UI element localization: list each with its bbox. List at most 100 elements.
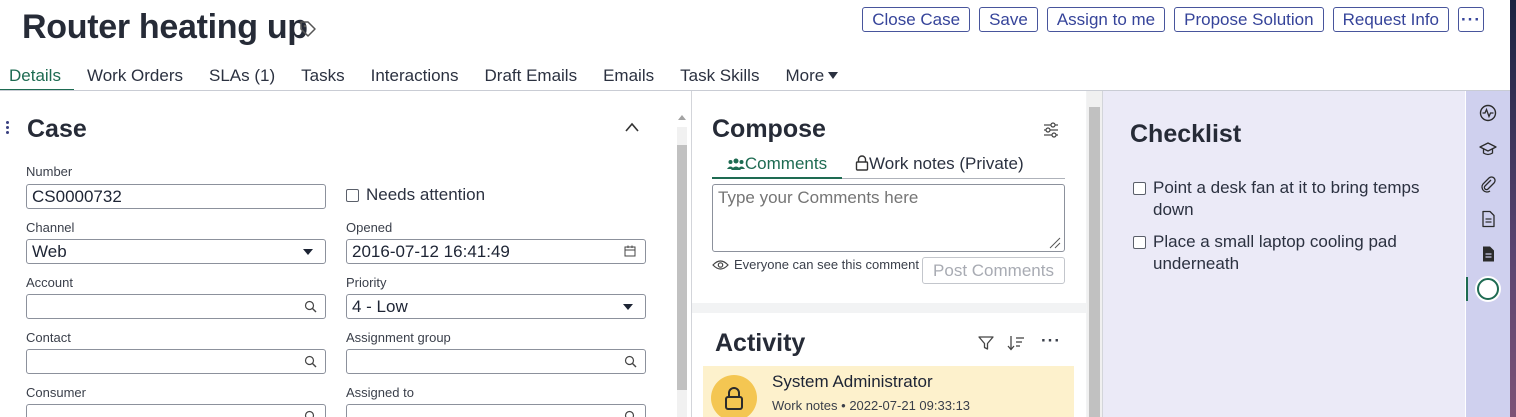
checklist-item-text: Point a desk fan at it to bring temps do… xyxy=(1153,178,1420,219)
window-edge xyxy=(1510,0,1516,417)
chevron-up-icon[interactable] xyxy=(624,121,640,133)
search-icon[interactable] xyxy=(304,300,317,313)
eye-icon xyxy=(712,260,729,270)
document-filled-icon[interactable] xyxy=(1479,245,1497,263)
scroll-up-arrow-icon[interactable] xyxy=(678,115,686,120)
case-workspace: { "header": { "title": "Router heating u… xyxy=(0,0,1516,417)
compose-card: Compose Comments Work notes (Private) Ty… xyxy=(692,91,1086,303)
search-icon[interactable] xyxy=(304,410,317,417)
scrollbar-thumb[interactable] xyxy=(677,145,687,390)
tab-work-notes[interactable]: Work notes (Private) xyxy=(855,153,1024,179)
contact-field[interactable] xyxy=(26,349,326,374)
comment-textarea[interactable] xyxy=(712,184,1065,252)
consumer-field[interactable] xyxy=(26,404,326,417)
assign-to-me-button[interactable]: Assign to me xyxy=(1046,7,1166,32)
compose-activity-panel: Compose Comments Work notes (Private) Ty… xyxy=(691,91,1102,417)
caret-down-icon xyxy=(623,304,633,310)
propose-solution-button[interactable]: Propose Solution xyxy=(1174,7,1324,32)
assigned-to-field[interactable] xyxy=(346,404,646,417)
drag-handle-icon[interactable] xyxy=(6,121,10,136)
account-label: Account xyxy=(26,275,73,290)
post-comments-button[interactable]: Post Comments xyxy=(922,257,1065,284)
settings-sliders-icon[interactable] xyxy=(1042,121,1060,139)
calendar-icon[interactable] xyxy=(624,245,636,257)
checklist-item-text: Place a small laptop cooling pad underne… xyxy=(1153,232,1397,273)
activity-more-icon[interactable]: ··· xyxy=(1041,332,1061,349)
tab-comments[interactable]: Comments xyxy=(712,153,842,179)
account-field[interactable] xyxy=(26,294,326,319)
checklist-item: Point a desk fan at it to bring temps do… xyxy=(1133,177,1453,221)
tag-icon[interactable] xyxy=(299,20,317,38)
opened-label: Opened xyxy=(346,220,393,235)
sidebar-active-indicator xyxy=(1466,277,1468,301)
request-info-button[interactable]: Request Info xyxy=(1332,7,1449,32)
compose-title: Compose xyxy=(712,115,826,143)
paperclip-icon[interactable] xyxy=(1479,175,1497,193)
entry-type: Work notes xyxy=(772,398,838,413)
case-section-title: Case xyxy=(27,115,87,143)
graduation-cap-icon[interactable] xyxy=(1479,140,1497,158)
checklist-panel: Checklist Point a desk fan at it to brin… xyxy=(1102,91,1465,417)
scrollbar-thumb[interactable] xyxy=(1089,107,1100,417)
pulse-icon[interactable] xyxy=(1479,104,1497,122)
context-sidebar xyxy=(1466,91,1510,417)
needs-attention-checkbox[interactable] xyxy=(346,189,359,202)
checklist-checkbox[interactable] xyxy=(1133,236,1146,249)
lock-icon xyxy=(855,155,869,171)
channel-select[interactable]: Web xyxy=(26,239,326,264)
number-field[interactable]: CS0000732 xyxy=(26,184,326,209)
header-actions: Close Case Save Assign to me Propose Sol… xyxy=(862,7,1484,32)
tab-interactions[interactable]: Interactions xyxy=(358,64,472,91)
number-label: Number xyxy=(26,164,73,179)
filter-icon[interactable] xyxy=(978,335,994,351)
avatar xyxy=(711,375,757,417)
circle-icon[interactable] xyxy=(1477,278,1499,300)
visibility-note: Everyone can see this comment xyxy=(734,257,919,272)
compose-scrollbar[interactable] xyxy=(1087,91,1102,417)
search-icon[interactable] xyxy=(304,355,317,368)
compose-tabs: Comments Work notes (Private) xyxy=(712,153,1065,179)
more-actions-button[interactable]: ··· xyxy=(1458,7,1484,32)
tab-emails[interactable]: Emails xyxy=(590,64,667,91)
close-case-button[interactable]: Close Case xyxy=(862,7,971,32)
tab-slas[interactable]: SLAs (1) xyxy=(196,64,288,91)
lock-icon xyxy=(725,387,743,410)
priority-value: 4 - Low xyxy=(352,297,408,316)
entry-timestamp: 2022-07-21 09:33:13 xyxy=(849,398,971,413)
tab-tasks[interactable]: Tasks xyxy=(288,64,357,91)
tab-work-orders[interactable]: Work Orders xyxy=(74,64,196,91)
document-icon[interactable] xyxy=(1479,210,1497,228)
opened-field[interactable]: 2016-07-12 16:41:49 xyxy=(346,239,646,264)
caret-down-icon xyxy=(303,249,313,255)
activity-entry: System Administrator Work notes • 2022-0… xyxy=(703,366,1074,417)
tab-draft-emails[interactable]: Draft Emails xyxy=(472,64,591,91)
form-scrollbar[interactable] xyxy=(675,113,687,417)
sort-icon[interactable] xyxy=(1007,335,1025,351)
tab-more[interactable]: More xyxy=(772,64,851,91)
checklist-title: Checklist xyxy=(1130,120,1242,148)
activity-card: Activity ··· System Administrator Work n… xyxy=(692,313,1086,417)
people-icon xyxy=(726,158,745,170)
needs-attention-label: Needs attention xyxy=(366,185,486,204)
entry-author: System Administrator xyxy=(772,372,933,391)
contact-label: Contact xyxy=(26,330,71,345)
record-tabs: Details Work Orders SLAs (1) Tasks Inter… xyxy=(0,64,851,91)
resize-grip-icon[interactable] xyxy=(1049,237,1061,249)
checklist-item: Place a small laptop cooling pad underne… xyxy=(1133,231,1453,275)
tab-details[interactable]: Details xyxy=(0,64,74,91)
checklist-checkbox[interactable] xyxy=(1133,182,1146,195)
channel-value: Web xyxy=(32,242,67,261)
save-button[interactable]: Save xyxy=(979,7,1038,32)
channel-label: Channel xyxy=(26,220,75,235)
priority-select[interactable]: 4 - Low xyxy=(346,294,646,319)
tab-more-label: More xyxy=(785,66,825,85)
activity-title: Activity xyxy=(715,329,806,357)
search-icon[interactable] xyxy=(624,410,637,417)
tab-task-skills[interactable]: Task Skills xyxy=(667,64,772,91)
assignment-group-field[interactable] xyxy=(346,349,646,374)
caret-down-icon xyxy=(828,72,839,79)
assigned-to-label: Assigned to xyxy=(346,385,414,400)
priority-label: Priority xyxy=(346,275,387,290)
search-icon[interactable] xyxy=(624,355,637,368)
tab-work-notes-label: Work notes (Private) xyxy=(869,154,1024,173)
